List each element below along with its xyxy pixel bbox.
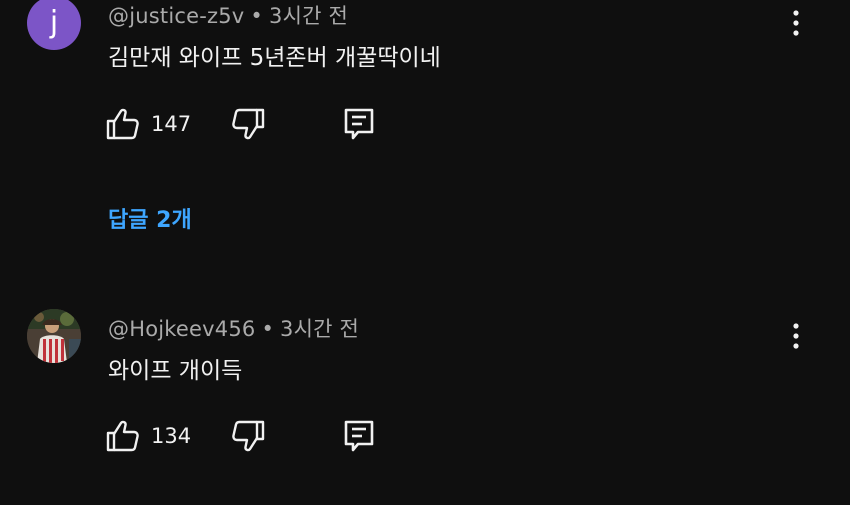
thumbs-down-icon [232,420,265,452]
comment-time[interactable]: 3시간 전 [280,317,359,341]
avatar[interactable]: j [27,0,81,50]
comment-time[interactable]: 3시간 전 [269,4,348,28]
dislike-button[interactable] [230,416,266,456]
reply-button[interactable] [343,104,375,144]
thumbs-up-icon [106,420,139,452]
thumbs-down-icon [232,108,265,140]
comment-actions: 147 [0,104,850,144]
like-count: 147 [151,112,192,136]
comment-author[interactable]: @Hojkeev456 [108,317,255,341]
more-vertical-icon [793,10,799,36]
avatar[interactable] [27,309,81,363]
comment-text: 김만재 와이프 5년존버 개꿀딱이네 [108,45,441,71]
avatar-letter: j [49,5,59,40]
more-options-button[interactable] [784,320,808,352]
more-vertical-icon [793,323,799,349]
comment-thread: @Hojkeev456 • 3시간 전 와이프 개이득 134 [0,300,850,505]
comment-author[interactable]: @justice-z5v [108,4,244,28]
more-options-button[interactable] [784,7,808,39]
like-count: 134 [151,424,192,448]
meta-separator: • [261,317,275,341]
thumbs-up-icon [106,108,139,140]
like-button[interactable]: 134 [105,416,191,456]
reply-comment-icon [344,420,374,452]
view-replies-link[interactable]: 답글 2개 [108,202,192,234]
dislike-button[interactable] [230,104,266,144]
reply-comment-icon [344,108,374,140]
avatar-photo-image [27,309,81,363]
like-button[interactable]: 147 [105,104,191,144]
comment-meta: @justice-z5v • 3시간 전 [108,0,348,30]
comment-thread: j @justice-z5v • 3시간 전 김만재 와이프 5년존버 개꿀딱이네 … [0,0,850,260]
reply-button[interactable] [343,416,375,456]
comment-text: 와이프 개이득 [108,358,243,384]
comment-meta: @Hojkeev456 • 3시간 전 [108,313,359,343]
comment-actions: 134 [0,416,850,456]
meta-separator: • [250,4,264,28]
